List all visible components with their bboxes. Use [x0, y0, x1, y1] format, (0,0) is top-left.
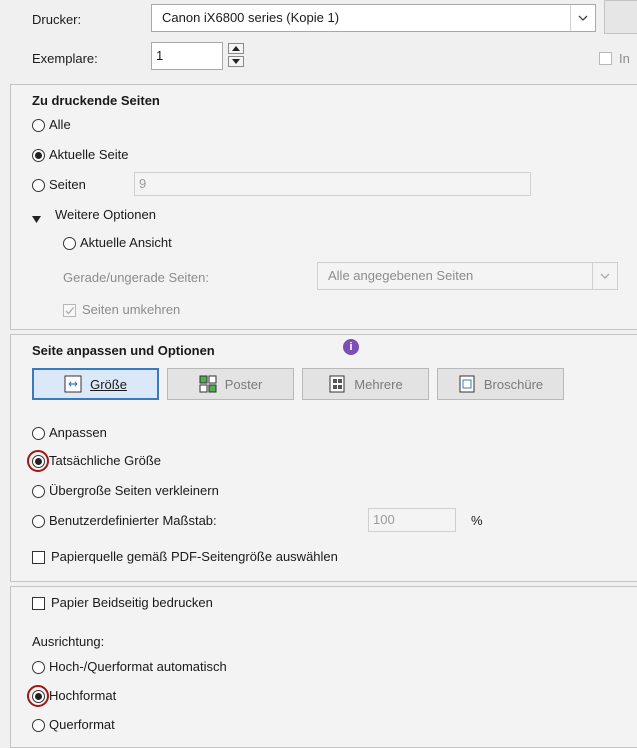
pages-all-label: Alle	[49, 117, 71, 132]
size-button[interactable]: Größe	[32, 368, 159, 400]
poster-button-label: Poster	[224, 376, 263, 392]
multiple-button[interactable]: Mehrere	[302, 368, 429, 400]
triangle-down-icon[interactable]	[32, 211, 41, 226]
size-button-label: Größe	[90, 376, 127, 392]
pages-heading: Zu druckende Seiten	[32, 93, 160, 108]
reverse-pages-label: Seiten umkehren	[82, 302, 181, 317]
odd-even-label: Gerade/ungerade Seiten:	[63, 270, 209, 285]
poster-icon	[199, 375, 217, 393]
pages-range-radio[interactable]	[32, 179, 45, 192]
custom-scale-radio[interactable]	[32, 515, 45, 528]
multiple-button-label: Mehrere	[354, 376, 403, 392]
properties-button[interactable]	[604, 0, 637, 34]
grayscale-label: In	[619, 51, 630, 66]
current-view-label: Aktuelle Ansicht	[80, 235, 172, 250]
paper-source-checkbox[interactable]	[32, 551, 45, 564]
duplex-label: Papier Beidseitig bedrucken	[51, 595, 213, 610]
odd-even-value: Alle angegebenen Seiten	[328, 268, 474, 283]
pages-current-radio[interactable]	[32, 149, 45, 162]
reverse-pages-checkbox[interactable]	[63, 304, 76, 317]
shrink-radio[interactable]	[32, 485, 45, 498]
fit-radio[interactable]	[32, 427, 45, 440]
scale-value: 100	[373, 512, 395, 527]
multiple-pages-icon	[329, 375, 345, 393]
booklet-icon	[459, 375, 475, 393]
orientation-heading: Ausrichtung:	[32, 634, 105, 649]
booklet-button[interactable]: Broschüre	[437, 368, 564, 400]
percent-label: %	[471, 513, 483, 528]
sizing-heading: Seite anpassen und Optionen	[32, 343, 215, 358]
chevron-down-icon[interactable]	[592, 263, 617, 289]
duplex-checkbox[interactable]	[32, 597, 45, 610]
current-view-radio[interactable]	[63, 237, 76, 250]
poster-button[interactable]: Poster	[167, 368, 294, 400]
triangle-down-icon	[232, 59, 240, 64]
pages-range-value: 9	[139, 176, 147, 191]
landscape-label: Querformat	[49, 717, 115, 732]
triangle-up-icon	[232, 46, 240, 51]
chevron-down-icon[interactable]	[570, 5, 595, 31]
page-size-icon	[64, 375, 82, 393]
copies-decrement[interactable]	[228, 56, 244, 67]
highlight-circle	[27, 450, 49, 472]
odd-even-select[interactable]: Alle angegebenen Seiten	[317, 262, 618, 290]
copies-input[interactable]: 1	[151, 42, 223, 70]
pages-range-input[interactable]: 9	[134, 172, 531, 196]
printer-value: Canon iX6800 series (Kopie 1)	[162, 10, 340, 25]
orientation-auto-label: Hoch-/Querformat automatisch	[49, 659, 227, 674]
checkmark-icon	[65, 307, 74, 315]
grayscale-checkbox[interactable]	[599, 52, 612, 65]
info-icon[interactable]: i	[343, 339, 359, 355]
pages-range-label: Seiten	[49, 177, 86, 192]
highlight-circle	[27, 685, 49, 707]
scale-input[interactable]: 100	[368, 508, 456, 532]
booklet-button-label: Broschüre	[483, 376, 544, 392]
copies-value: 1	[156, 48, 164, 63]
printer-select[interactable]: Canon iX6800 series (Kopie 1)	[151, 4, 596, 32]
shrink-label: Übergroße Seiten verkleinern	[49, 483, 219, 498]
pages-current-label: Aktuelle Seite	[49, 147, 129, 162]
custom-scale-label: Benutzerdefinierter Maßstab:	[49, 513, 217, 528]
landscape-radio[interactable]	[32, 719, 45, 732]
orientation-auto-radio[interactable]	[32, 661, 45, 674]
printer-label: Drucker:	[32, 12, 82, 27]
portrait-label: Hochformat	[49, 688, 117, 703]
fit-label: Anpassen	[49, 425, 107, 440]
copies-label: Exemplare:	[32, 51, 98, 66]
actual-size-label: Tatsächliche Größe	[49, 453, 161, 468]
more-options-toggle[interactable]: Weitere Optionen	[55, 207, 156, 222]
copies-increment[interactable]	[228, 43, 244, 54]
paper-source-label: Papierquelle gemäß PDF-Seitengröße auswä…	[51, 549, 338, 564]
pages-all-radio[interactable]	[32, 119, 45, 132]
